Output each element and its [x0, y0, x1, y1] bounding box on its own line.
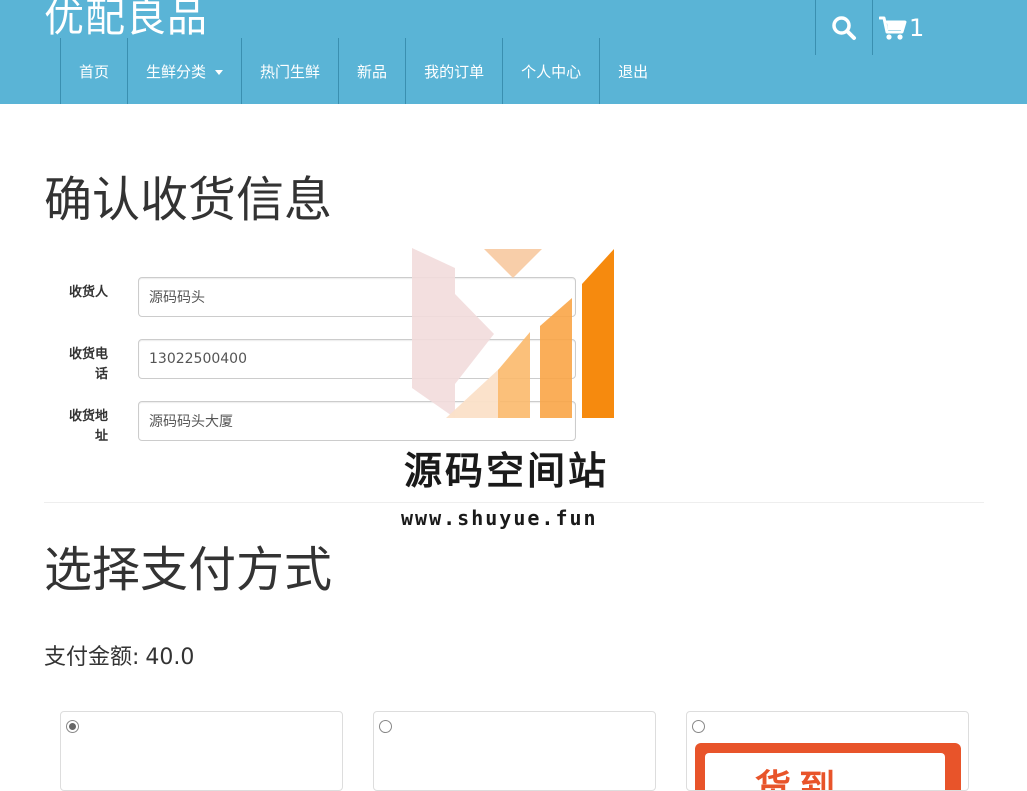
- cash-on-delivery-logo: 货到: [695, 743, 961, 791]
- nav-label: 热门生鲜: [260, 62, 321, 81]
- nav-item-hot-fresh[interactable]: 热门生鲜: [241, 38, 338, 104]
- payment-amount-label: 支付金额:: [44, 645, 140, 670]
- nav-item-logout[interactable]: 退出: [599, 38, 658, 104]
- shipping-info-title: 确认收货信息: [44, 172, 333, 228]
- nav-label: 退出: [618, 62, 649, 81]
- nav-item-home[interactable]: 首页: [60, 38, 127, 104]
- address-label: 收货地址: [68, 409, 108, 444]
- nav-item-new-products[interactable]: 新品: [338, 38, 405, 104]
- cart-button[interactable]: 1: [872, 0, 934, 55]
- nav-label: 生鲜分类: [146, 62, 207, 81]
- nav-label: 首页: [79, 62, 110, 81]
- cart-icon: [879, 16, 907, 40]
- receiver-label: 收货人: [68, 285, 108, 300]
- payment-option-2-radio[interactable]: [379, 720, 392, 733]
- nav-label: 新品: [357, 62, 388, 81]
- nav-item-my-orders[interactable]: 我的订单: [405, 38, 502, 104]
- payment-option-1-radio[interactable]: [66, 720, 79, 733]
- chevron-down-icon: [215, 69, 224, 75]
- cash-on-delivery-logo-inner: 货到: [705, 753, 945, 791]
- section-divider: [44, 502, 984, 503]
- nav-label: 个人中心: [521, 62, 582, 81]
- payment-option-1[interactable]: [60, 711, 343, 791]
- search-icon: [832, 15, 856, 40]
- payment-option-2[interactable]: [373, 711, 656, 791]
- phone-label: 收货电话: [68, 347, 108, 382]
- payment-method-title: 选择支付方式: [44, 542, 333, 598]
- watermark-logo-icon: [412, 248, 614, 418]
- search-button[interactable]: [815, 0, 872, 55]
- payment-option-3[interactable]: 货到: [686, 711, 969, 791]
- main-nav: 首页 生鲜分类 热门生鲜 新品 我的订单 个人中心 退出: [60, 38, 658, 104]
- nav-label: 我的订单: [424, 62, 485, 81]
- nav-item-fresh-categories-dropdown[interactable]: 生鲜分类: [127, 38, 241, 104]
- watermark-site-name: 源码空间站: [404, 449, 610, 493]
- cash-on-delivery-logo-text: 货到: [755, 768, 844, 791]
- header-tools: 1: [815, 0, 934, 55]
- payment-amount: 支付金额: 40.0: [44, 642, 194, 674]
- cart-count-badge: 1: [909, 13, 925, 42]
- watermark-url: www.shuyue.fun: [401, 506, 598, 530]
- nav-item-user-center[interactable]: 个人中心: [502, 38, 599, 104]
- top-navbar: 优配良品 首页 生鲜分类 热门生鲜 新品 我的订单 个人中心 退出 1: [0, 0, 1027, 104]
- payment-amount-value: 40.0: [145, 645, 195, 670]
- payment-option-3-radio[interactable]: [692, 720, 705, 733]
